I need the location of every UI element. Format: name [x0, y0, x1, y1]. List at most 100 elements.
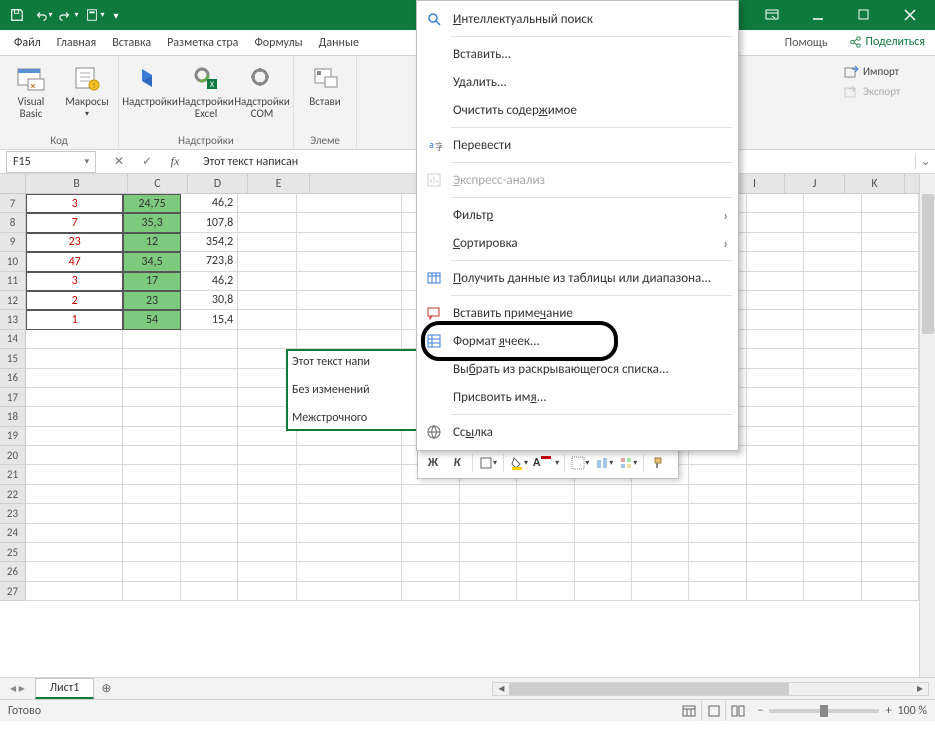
cell[interactable] — [804, 427, 861, 446]
zoom-level[interactable]: 100 % — [897, 704, 927, 718]
cell[interactable] — [123, 582, 180, 601]
cancel-icon[interactable]: ✕ — [111, 154, 127, 169]
cell[interactable] — [181, 427, 238, 446]
tab-home[interactable]: Главная — [49, 30, 104, 55]
row-header[interactable]: 8 — [0, 213, 26, 232]
cell[interactable] — [26, 504, 123, 523]
cell[interactable] — [747, 349, 804, 368]
cell[interactable] — [804, 524, 861, 543]
cell[interactable] — [804, 388, 861, 407]
cell[interactable] — [26, 407, 123, 426]
col-header-e[interactable]: E — [248, 174, 310, 193]
row-header[interactable]: 11 — [0, 272, 26, 291]
cell[interactable] — [26, 582, 123, 601]
share-button[interactable]: Поделиться — [838, 30, 935, 55]
row-header[interactable]: 19 — [0, 427, 26, 446]
minimize-button[interactable] — [795, 0, 841, 30]
undo-button[interactable]: ▾ — [30, 1, 56, 29]
cell[interactable] — [575, 582, 632, 601]
cell[interactable] — [862, 291, 919, 310]
cell[interactable] — [862, 407, 919, 426]
row-header[interactable]: 26 — [0, 562, 26, 581]
cell[interactable] — [238, 252, 297, 271]
insert-control-button[interactable]: Встави — [300, 58, 350, 108]
cell[interactable] — [862, 388, 919, 407]
col-header-b[interactable]: B — [26, 174, 128, 193]
cell[interactable]: 354,2 — [181, 233, 238, 252]
cell[interactable] — [862, 524, 919, 543]
cell[interactable] — [460, 543, 517, 562]
cell[interactable] — [862, 427, 919, 446]
tab-layout[interactable]: Разметка стра — [159, 30, 246, 55]
cell[interactable] — [460, 524, 517, 543]
cell[interactable] — [297, 213, 402, 232]
cell[interactable] — [862, 465, 919, 484]
cell[interactable] — [804, 582, 861, 601]
cell[interactable] — [689, 504, 746, 523]
zoom-out-button[interactable]: − — [757, 704, 763, 718]
cell[interactable] — [632, 504, 689, 523]
cell[interactable] — [123, 524, 180, 543]
cell[interactable] — [862, 349, 919, 368]
row-header[interactable]: 24 — [0, 524, 26, 543]
cell[interactable] — [297, 485, 402, 504]
cell[interactable] — [862, 446, 919, 465]
cell[interactable] — [804, 562, 861, 581]
addins-com-button[interactable]: Надстройки COM — [237, 58, 287, 120]
cell[interactable] — [747, 465, 804, 484]
cell[interactable] — [575, 562, 632, 581]
ctx-delete[interactable]: Удалить... — [417, 68, 738, 96]
cell[interactable] — [517, 543, 574, 562]
ctx-format-cells[interactable]: Формат ячеек... — [417, 327, 738, 355]
cell[interactable] — [297, 562, 402, 581]
cell[interactable] — [123, 427, 180, 446]
cell[interactable] — [862, 562, 919, 581]
cell[interactable] — [575, 485, 632, 504]
cell[interactable] — [747, 504, 804, 523]
cell[interactable] — [804, 233, 861, 252]
cell[interactable] — [181, 446, 238, 465]
cell[interactable] — [747, 252, 804, 271]
cell[interactable]: 723,8 — [181, 252, 238, 271]
cell[interactable] — [747, 427, 804, 446]
cell[interactable] — [238, 524, 297, 543]
cell[interactable] — [123, 349, 180, 368]
cell[interactable] — [238, 272, 297, 291]
cell[interactable] — [181, 524, 238, 543]
cell[interactable] — [26, 330, 123, 349]
cell[interactable] — [238, 233, 297, 252]
cell[interactable] — [862, 233, 919, 252]
cell[interactable]: 54 — [123, 310, 180, 329]
cell[interactable] — [747, 291, 804, 310]
cell[interactable] — [238, 213, 297, 232]
mini-border[interactable]: ▾ — [477, 452, 499, 474]
row-header[interactable]: 7 — [0, 194, 26, 213]
cell[interactable] — [862, 272, 919, 291]
cell[interactable] — [123, 330, 180, 349]
tab-data[interactable]: Данные — [311, 30, 367, 55]
cell[interactable] — [26, 369, 123, 388]
cell[interactable] — [123, 446, 180, 465]
cell[interactable] — [26, 543, 123, 562]
cell[interactable] — [747, 446, 804, 465]
cell[interactable] — [460, 582, 517, 601]
cell[interactable] — [238, 504, 297, 523]
row-header[interactable]: 22 — [0, 485, 26, 504]
col-header-j[interactable]: J — [785, 174, 845, 193]
cell[interactable]: 46,2 — [181, 194, 238, 213]
cell[interactable] — [689, 582, 746, 601]
cell[interactable] — [238, 485, 297, 504]
cell[interactable] — [297, 582, 402, 601]
cell[interactable] — [238, 330, 297, 349]
cell[interactable] — [747, 369, 804, 388]
cell[interactable] — [181, 388, 238, 407]
vertical-scrollbar[interactable] — [919, 174, 935, 677]
mini-decrease-decimal[interactable]: ▾ — [569, 452, 591, 474]
cell[interactable] — [297, 330, 402, 349]
cell[interactable] — [575, 504, 632, 523]
cell[interactable] — [804, 504, 861, 523]
mini-fill-color[interactable]: ▾ — [508, 452, 530, 474]
view-layout-button[interactable] — [701, 701, 725, 721]
addins-excel-button[interactable]: XНадстройки Excel — [181, 58, 231, 120]
cell[interactable] — [181, 504, 238, 523]
